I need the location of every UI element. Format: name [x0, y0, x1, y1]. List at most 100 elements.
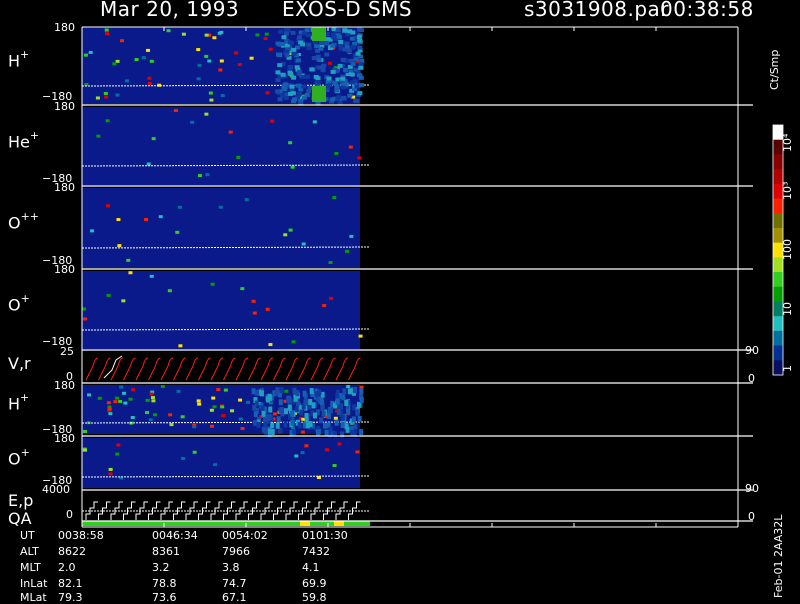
- count-pixel: [281, 84, 287, 89]
- count-pixel: [219, 59, 224, 63]
- count-pixel: [331, 35, 337, 40]
- count-pixel: [169, 423, 174, 427]
- count-pixel: [326, 76, 332, 81]
- count-pixel: [115, 93, 120, 97]
- count-pixel: [130, 416, 135, 420]
- count-pixel: [351, 416, 356, 423]
- count-pixel: [306, 89, 312, 94]
- count-pixel: [355, 409, 360, 416]
- count-pixel: [251, 299, 256, 303]
- count-pixel: [314, 44, 320, 49]
- count-pixel: [275, 422, 280, 429]
- count-pixel: [249, 56, 254, 60]
- count-pixel: [82, 307, 87, 311]
- count-pixel: [288, 91, 294, 96]
- qa-bar: [82, 521, 370, 526]
- count-pixel: [253, 411, 258, 418]
- count-pixel: [304, 444, 309, 448]
- count-pixel: [334, 88, 340, 93]
- count-pixel: [177, 205, 182, 209]
- count-pixel: [359, 385, 364, 389]
- count-pixel: [297, 422, 302, 429]
- count-pixel: [302, 95, 308, 100]
- count-pixel: [160, 385, 165, 389]
- count-pixel: [267, 394, 272, 401]
- count-pixel: [176, 389, 181, 393]
- count-pixel: [277, 63, 283, 68]
- count-pixel: [345, 426, 350, 433]
- count-pixel: [90, 229, 95, 233]
- count-pixel: [347, 388, 352, 395]
- count-pixel: [324, 429, 329, 436]
- count-pixel: [83, 317, 88, 321]
- count-pixel: [218, 205, 223, 209]
- count-pixel: [209, 408, 214, 412]
- count-pixel: [327, 61, 332, 65]
- count-pixel: [352, 387, 357, 394]
- qa-flag: [300, 521, 310, 526]
- count-pixel: [327, 83, 333, 88]
- count-pixel: [283, 31, 289, 36]
- count-pixel: [284, 49, 290, 54]
- count-pixel: [217, 31, 222, 35]
- colorbar-segment: [773, 330, 783, 347]
- count-pixel: [228, 130, 233, 134]
- count-pixel: [276, 416, 281, 423]
- colorbar-segment: [773, 345, 783, 361]
- count-pixel: [312, 86, 326, 102]
- count-pixel: [349, 72, 355, 77]
- count-pixel: [283, 28, 289, 33]
- count-pixel: [335, 398, 340, 405]
- count-pixel: [104, 95, 109, 99]
- count-pixel: [297, 70, 303, 75]
- count-pixel: [145, 411, 150, 415]
- count-pixel: [192, 425, 197, 429]
- count-pixel: [336, 408, 341, 415]
- count-pixel: [220, 94, 225, 98]
- count-pixel: [255, 389, 260, 396]
- count-pixel: [337, 63, 343, 68]
- count-pixel: [264, 32, 269, 36]
- count-pixel: [350, 45, 356, 50]
- count-pixel: [347, 93, 353, 98]
- count-pixel: [300, 451, 305, 455]
- count-pixel: [116, 443, 121, 447]
- count-pixel: [315, 80, 321, 85]
- count-pixel: [196, 77, 201, 81]
- count-pixel: [276, 52, 282, 57]
- spectrogram-panel: [82, 438, 360, 488]
- count-pixel: [340, 421, 345, 428]
- count-pixel: [268, 47, 273, 51]
- count-pixel: [238, 398, 243, 402]
- count-pixel: [106, 401, 111, 405]
- count-pixel: [295, 390, 300, 397]
- count-pixel: [279, 387, 284, 394]
- count-pixel: [105, 119, 110, 123]
- count-pixel: [294, 406, 299, 413]
- count-pixel: [324, 448, 329, 452]
- count-pixel: [167, 289, 172, 293]
- count-pixel: [305, 33, 311, 38]
- count-pixel: [314, 391, 319, 398]
- count-pixel: [279, 407, 284, 414]
- count-pixel: [335, 33, 341, 38]
- colorbar-segment: [773, 316, 783, 332]
- count-pixel: [294, 65, 300, 70]
- colorbar-segment: [773, 242, 783, 258]
- count-pixel: [204, 54, 209, 58]
- count-pixel: [342, 67, 348, 72]
- count-pixel: [234, 51, 239, 55]
- count-pixel: [305, 422, 310, 429]
- count-pixel: [358, 28, 364, 33]
- count-pixel: [341, 95, 347, 100]
- count-pixel: [337, 442, 342, 446]
- count-pixel: [223, 388, 228, 392]
- count-pixel: [279, 92, 285, 97]
- count-pixel: [353, 57, 359, 62]
- count-pixel: [330, 43, 336, 48]
- count-pixel: [124, 79, 129, 83]
- count-pixel: [357, 91, 363, 96]
- count-pixel: [354, 84, 360, 89]
- count-pixel: [349, 36, 355, 41]
- count-pixel: [326, 412, 331, 419]
